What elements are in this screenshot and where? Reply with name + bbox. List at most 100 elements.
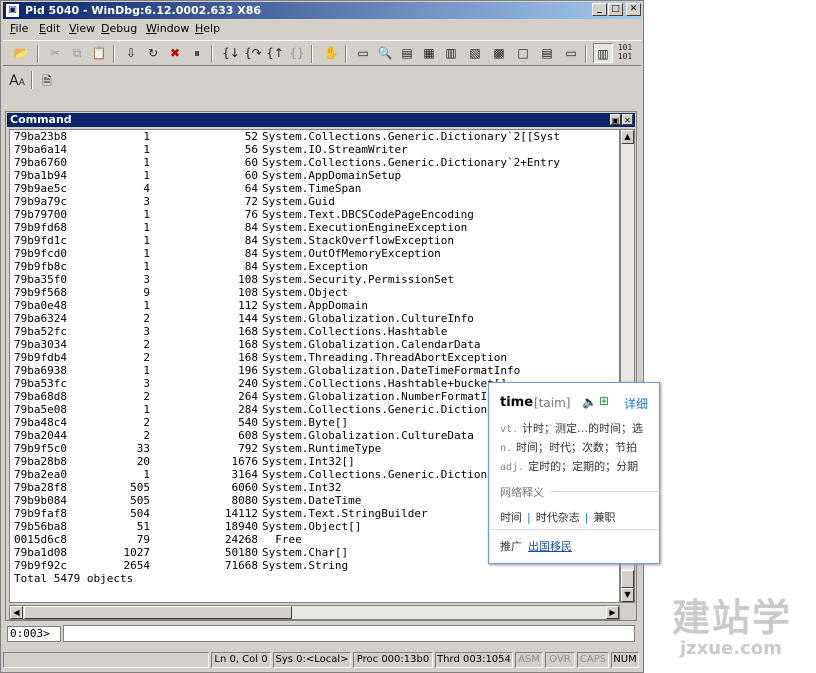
restart-icon[interactable]: ↻ (143, 43, 163, 63)
main-toolbar: 📂 ✂ ⧉ 📋 ⇩ ↻ ✖ ⏸ {↓ {↷ {↑ {} ✋ ▭ 🔍 ▤ ▦ ▥ … (3, 40, 641, 66)
class-name-cell: System.IO.StreamWriter (262, 143, 408, 156)
maximize-button[interactable]: □ (608, 3, 623, 16)
call-stack-window-icon[interactable]: ▧ (465, 43, 485, 63)
total-line: Total 5479 objects (14, 572, 134, 585)
count-cell: 2 (143, 338, 150, 351)
title-bar[interactable]: ▣ Pid 5040 - WinDbg:6.12.0002.633 X86 _ … (3, 2, 641, 19)
registers-window-icon[interactable]: ▦ (419, 43, 439, 63)
count-cell: 1 (143, 247, 150, 260)
horizontal-scrollbar[interactable]: ◀ ▶ (9, 605, 620, 620)
scroll-left-icon[interactable]: ◀ (10, 606, 23, 619)
paste-icon[interactable]: 📋 (89, 43, 109, 63)
class-name-cell: System.RuntimeType (262, 442, 382, 455)
window-title: Pid 5040 - WinDbg:6.12.0002.633 X86 (25, 4, 262, 17)
total-size-cell: 240 (238, 377, 258, 390)
run-to-cursor-icon[interactable]: {} (287, 43, 307, 63)
close-button[interactable]: ✕ (626, 3, 641, 16)
popup-tag[interactable]: 时代杂志 (536, 511, 580, 524)
count-cell: 3 (143, 325, 150, 338)
popup-definition: n. 时间；时代；次数；节拍 (500, 441, 638, 454)
go-icon[interactable]: ⇩ (121, 43, 141, 63)
total-size-cell: 84 (244, 221, 258, 234)
menu-debug[interactable]: Debug (101, 22, 137, 35)
method-table-cell: 79ba1b94 (14, 169, 67, 182)
command-window-icon[interactable]: ▭ (353, 43, 373, 63)
total-size-cell: 60 (244, 156, 258, 169)
source-mode-on-icon[interactable]: ▥ (593, 43, 613, 63)
count-cell: 1 (143, 156, 150, 169)
processes-threads-icon[interactable]: ▤ (537, 43, 557, 63)
method-table-cell: 79b9ae5c (14, 182, 67, 195)
dictionary-popup: time [taim] 🔈 ⊞ 详细 vt. 计时；测定…的时间；选 n. 时间；时… (488, 382, 661, 564)
step-out-icon[interactable]: {↑ (265, 43, 285, 63)
count-cell: 9 (143, 286, 150, 299)
stop-debugging-icon[interactable]: ✖ (165, 43, 185, 63)
status-proc: Proc 000:13b0 (353, 652, 433, 668)
scratch-pad-icon[interactable]: □ (513, 43, 533, 63)
hand-icon[interactable]: ✋ (321, 43, 341, 63)
menu-help[interactable]: Help (195, 22, 220, 35)
total-size-cell: 6060 (231, 481, 259, 494)
total-size-cell: 196 (238, 364, 258, 377)
method-table-cell: 79ba6a14 (14, 143, 67, 156)
total-size-cell: 792 (238, 442, 258, 455)
class-name-cell: System.Collections.Generic.Dictionary`2[… (262, 130, 561, 143)
count-cell: 1 (143, 403, 150, 416)
speaker-icon[interactable]: 🔈 (582, 395, 597, 409)
count-cell: 3 (143, 195, 150, 208)
add-to-wordbook-icon[interactable]: ⊞ (599, 394, 609, 408)
total-size-cell: 108 (238, 273, 258, 286)
table-row: 79b9fd68 1 84 System.ExecutionEngineExcepti… (10, 221, 619, 234)
menu-view[interactable]: View (69, 22, 95, 35)
menu-file[interactable]: File (10, 22, 28, 35)
step-over-icon[interactable]: {↷ (243, 43, 263, 63)
break-icon[interactable]: ⏸ (187, 43, 207, 63)
disassembly-window-icon[interactable]: ▩ (489, 43, 509, 63)
hex-display-icon[interactable]: 101 101 (615, 43, 635, 63)
total-size-cell: 3164 (231, 468, 259, 481)
popup-tag[interactable]: 兼职 (593, 511, 615, 524)
font-icon[interactable]: AA (7, 71, 27, 91)
command-input[interactable] (63, 625, 635, 642)
status-caps: CAPS (577, 652, 609, 668)
panel-dock-icon[interactable]: ▣ (610, 114, 621, 125)
class-name-cell: System.Byte[] (262, 416, 349, 429)
options-icon[interactable]: 🗎 (37, 71, 57, 91)
popup-tag[interactable]: 时间 (500, 511, 522, 524)
method-table-cell: 79ba53fc (14, 377, 67, 390)
total-size-cell: 84 (244, 260, 258, 273)
panel-close-icon[interactable]: ✕ (622, 114, 633, 125)
method-table-cell: 79b9f568 (14, 286, 67, 299)
class-name-cell: System.AppDomainSetup (262, 169, 402, 182)
popup-detail-link[interactable]: 详细 (624, 395, 648, 412)
vertical-scroll-thumb[interactable] (621, 570, 634, 588)
table-row: 79ba3034 2 168 System.Globalization.Calenda… (10, 338, 619, 351)
menu-window[interactable]: Window (146, 22, 189, 35)
locals-window-icon[interactable]: ▤ (397, 43, 417, 63)
cut-icon[interactable]: ✂ (45, 43, 65, 63)
source-mode-icon[interactable]: ▭ (561, 43, 581, 63)
scroll-up-icon[interactable]: ▲ (621, 130, 634, 144)
scroll-down-icon[interactable]: ▼ (621, 588, 634, 602)
class-name-cell: System.Text.DBCSCodePageEncoding (262, 208, 474, 221)
total-size-cell: 84 (244, 234, 258, 247)
minimize-button[interactable]: _ (592, 3, 607, 16)
count-cell: 505 (130, 494, 150, 507)
count-cell: 2 (143, 429, 150, 442)
watch-window-icon[interactable]: 🔍 (375, 43, 395, 63)
memory-window-icon[interactable]: ▥ (441, 43, 461, 63)
table-row: 79ba0e48 1 112 System.AppDomain (10, 299, 619, 312)
copy-icon[interactable]: ⧉ (67, 43, 87, 63)
popup-definition: vt. 计时；测定…的时间；选 (500, 422, 644, 435)
class-name-cell: System.Security.PermissionSet (262, 273, 455, 286)
horizontal-scroll-thumb[interactable] (24, 606, 292, 619)
class-name-cell: System.AppDomain (262, 299, 368, 312)
command-panel-titlebar[interactable]: Command ▣ ✕ (7, 113, 635, 127)
promo-link[interactable]: 出国移民 (528, 540, 572, 553)
method-table-cell: 79b56ba8 (14, 520, 67, 533)
count-cell: 3 (143, 377, 150, 390)
scroll-right-icon[interactable]: ▶ (606, 606, 619, 619)
menu-edit[interactable]: Edit (39, 22, 60, 35)
step-into-icon[interactable]: {↓ (221, 43, 241, 63)
open-icon[interactable]: 📂 (11, 43, 31, 63)
